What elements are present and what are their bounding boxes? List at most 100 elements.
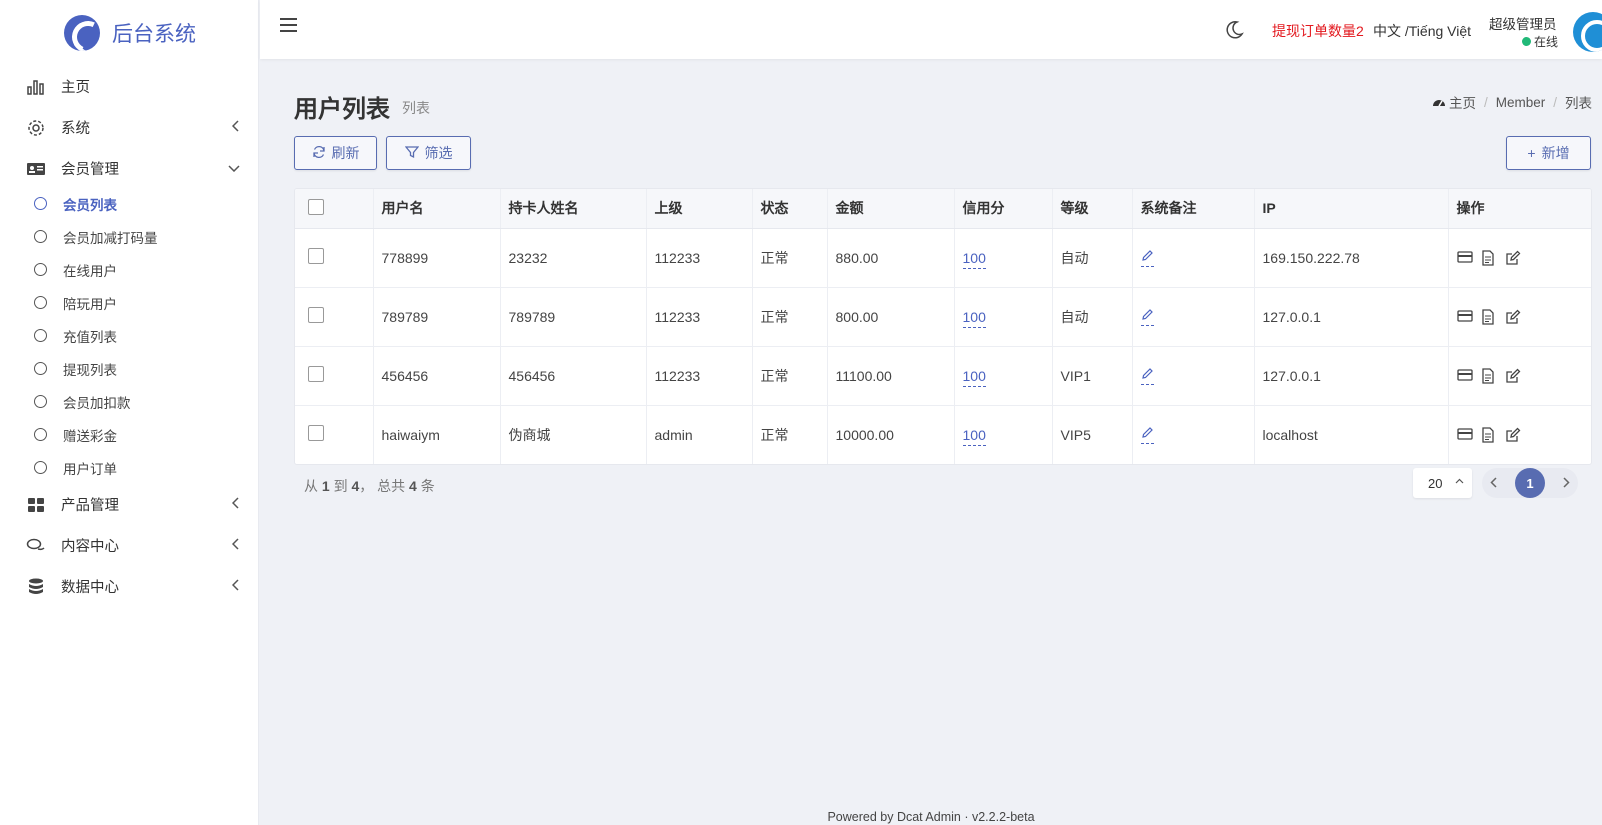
header-status[interactable]: 状态 xyxy=(752,189,828,229)
cell-holder: 23232 xyxy=(500,228,647,288)
sidebar-subitem-member-list[interactable]: 会员列表 xyxy=(0,187,258,220)
circle-icon xyxy=(34,230,47,243)
edit-icon[interactable] xyxy=(1505,368,1521,384)
row-select[interactable] xyxy=(295,287,374,347)
sidebar-subitem-online-users[interactable]: 在线用户 xyxy=(0,253,258,286)
next-page-icon[interactable] xyxy=(1562,475,1570,491)
row-checkbox[interactable] xyxy=(308,425,324,442)
header-remark[interactable]: 系统备注 xyxy=(1132,189,1255,229)
current-page-button[interactable]: 1 xyxy=(1515,468,1545,498)
sidebar-item-data-center[interactable]: 数据中心 xyxy=(0,566,258,607)
cell-status: 正常 xyxy=(752,405,828,464)
sidebar-item-content[interactable]: 内容中心 xyxy=(0,525,258,566)
withdraw-order-count[interactable]: 提现订单数量2 xyxy=(1272,21,1364,41)
header-username[interactable]: 用户名 xyxy=(373,189,501,229)
document-icon[interactable] xyxy=(1481,367,1497,384)
refresh-button[interactable]: 刷新 xyxy=(294,136,377,170)
summary-total: 4 xyxy=(409,478,417,494)
row-select[interactable] xyxy=(295,405,374,464)
cell-username: 789789 xyxy=(373,287,501,347)
sidebar-subitem-companion-users[interactable]: 陪玩用户 xyxy=(0,286,258,319)
sidebar-item-system[interactable]: 系统 xyxy=(0,107,258,148)
sidebar-item-home[interactable]: 主页 xyxy=(0,66,258,107)
sidebar-subitem-label: 会员列表 xyxy=(63,197,117,213)
language-switcher[interactable]: 中文 /Tiếng Việt xyxy=(1373,21,1471,41)
brand-name: 后台系统 xyxy=(112,23,196,46)
header-holder-name[interactable]: 持卡人姓名 xyxy=(500,189,647,229)
chevron-left-icon xyxy=(231,497,240,512)
edit-icon[interactable] xyxy=(1505,309,1521,325)
header-ip[interactable]: IP xyxy=(1254,189,1449,229)
edit-pencil-icon[interactable] xyxy=(1140,367,1154,385)
page-size-select[interactable]: 20 xyxy=(1413,468,1472,498)
sidebar-item-member-management[interactable]: 会员管理 xyxy=(0,148,258,189)
cell-remark xyxy=(1132,228,1255,288)
brand[interactable]: 后台系统 xyxy=(0,0,258,66)
credit-editable[interactable]: 100 xyxy=(962,367,986,387)
card-icon[interactable] xyxy=(1456,309,1473,325)
document-icon[interactable] xyxy=(1481,308,1497,325)
edit-icon[interactable] xyxy=(1505,427,1521,443)
sidebar-submenu: 会员列表 会员加减打码量 在线用户 陪玩用户 充值列表 提现列表 会员加扣款 赠… xyxy=(0,187,258,484)
sidebar-subitem-recharge-list[interactable]: 充值列表 xyxy=(0,319,258,352)
edit-pencil-icon[interactable] xyxy=(1140,308,1154,326)
cell-actions xyxy=(1448,346,1591,406)
row-checkbox[interactable] xyxy=(308,248,324,264)
chevron-left-icon xyxy=(231,120,240,135)
credit-editable[interactable]: 100 xyxy=(962,426,986,446)
breadcrumb-home[interactable]: 主页 xyxy=(1449,92,1476,112)
circle-icon xyxy=(34,362,47,375)
cell-level: VIP5 xyxy=(1052,405,1133,464)
header-parent[interactable]: 上级 xyxy=(646,189,753,229)
add-button-label: 新增 xyxy=(1541,145,1570,161)
user-name[interactable]: 超级管理员 xyxy=(1489,13,1557,33)
filter-button[interactable]: 筛选 xyxy=(386,136,471,170)
avatar[interactable] xyxy=(1573,12,1602,52)
cell-holder: 456456 xyxy=(500,346,647,406)
row-select[interactable] xyxy=(295,346,374,406)
menu-toggle-icon[interactable] xyxy=(280,18,297,32)
page-title: 用户列表 xyxy=(294,96,390,123)
sidebar-item-label: 数据中心 xyxy=(61,580,119,596)
select-all-checkbox[interactable] xyxy=(308,198,324,215)
edit-icon[interactable] xyxy=(1505,250,1521,266)
card-icon[interactable] xyxy=(1456,250,1473,266)
credit-editable[interactable]: 100 xyxy=(962,249,986,269)
sidebar-subitem-betting-volume[interactable]: 会员加减打码量 xyxy=(0,220,258,253)
sidebar-subitem-user-orders[interactable]: 用户订单 xyxy=(0,451,258,484)
database-icon xyxy=(26,577,46,597)
header-select-all[interactable] xyxy=(295,189,374,229)
sidebar-item-label: 产品管理 xyxy=(61,498,119,514)
table-row: 789789 789789 112233 正常 800.00 100 自动 12… xyxy=(295,287,1591,347)
add-button[interactable]: + 新增 xyxy=(1506,136,1591,170)
card-icon[interactable] xyxy=(1456,427,1473,443)
breadcrumb-member[interactable]: Member xyxy=(1496,95,1546,110)
row-checkbox[interactable] xyxy=(308,307,324,323)
chevron-down-icon xyxy=(228,161,240,175)
row-select[interactable] xyxy=(295,228,374,288)
user-status: 在线 xyxy=(1522,33,1558,50)
document-icon[interactable] xyxy=(1481,427,1497,443)
edit-pencil-icon[interactable] xyxy=(1140,426,1154,444)
moon-icon[interactable] xyxy=(1224,20,1244,40)
cell-actions xyxy=(1448,228,1591,288)
plus-icon: + xyxy=(1527,145,1536,161)
row-checkbox[interactable] xyxy=(308,366,324,382)
cell-actions xyxy=(1448,405,1591,464)
edit-pencil-icon[interactable] xyxy=(1140,249,1154,267)
sidebar-subitem-withdraw-list[interactable]: 提现列表 xyxy=(0,352,258,385)
header-level[interactable]: 等级 xyxy=(1052,189,1133,229)
prev-page-icon[interactable] xyxy=(1490,475,1498,491)
chat-icon xyxy=(26,536,46,556)
credit-editable[interactable]: 100 xyxy=(962,308,986,328)
card-icon[interactable] xyxy=(1456,368,1473,384)
circle-icon xyxy=(34,461,47,474)
header-amount[interactable]: 金额 xyxy=(827,189,955,229)
table-row: haiwaiym 伪商城 admin 正常 10000.00 100 VIP5 … xyxy=(295,405,1591,464)
sidebar-subitem-bonus[interactable]: 赠送彩金 xyxy=(0,418,258,451)
document-icon[interactable] xyxy=(1481,249,1497,266)
sidebar-item-products[interactable]: 产品管理 xyxy=(0,484,258,525)
header-credit[interactable]: 信用分 xyxy=(954,189,1053,229)
sidebar-subitem-member-adjust[interactable]: 会员加扣款 xyxy=(0,385,258,418)
summary-prefix: 从 xyxy=(304,478,318,494)
